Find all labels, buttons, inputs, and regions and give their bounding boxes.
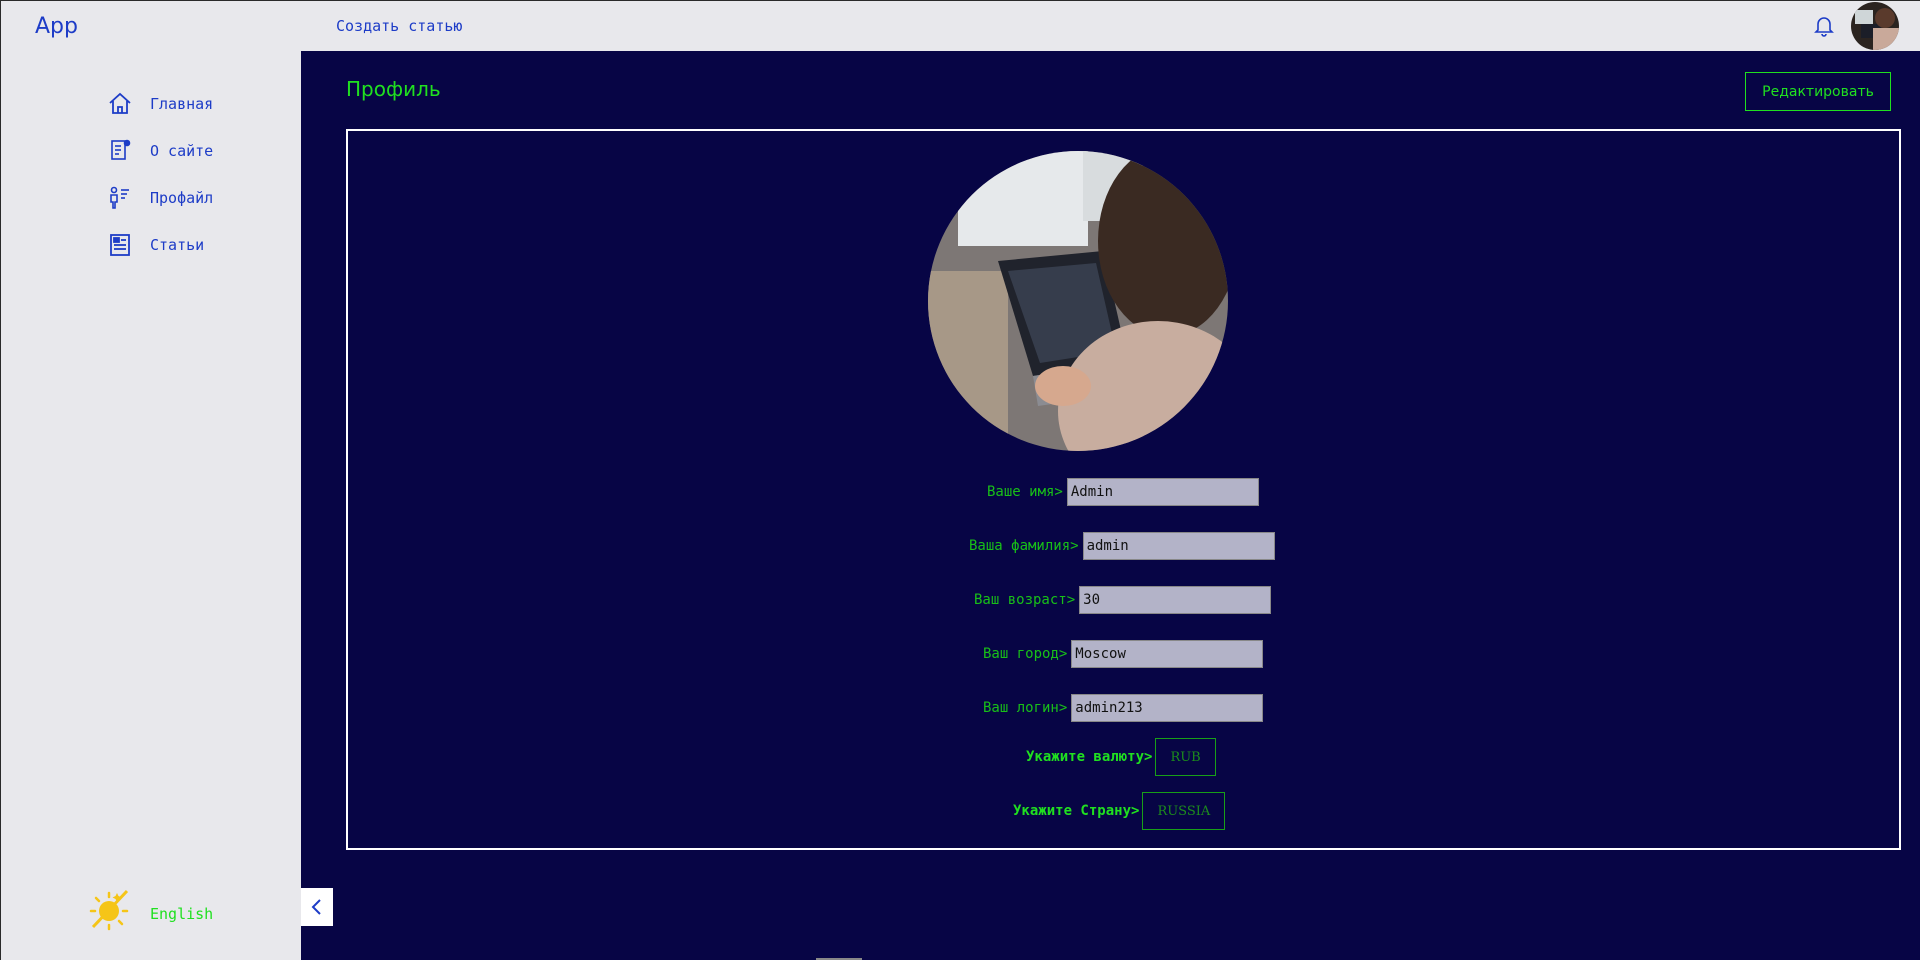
avatar[interactable] (1851, 2, 1899, 50)
age-label: Ваш возраст> (974, 592, 1076, 608)
country-label: Укажите Страну> (1013, 803, 1140, 819)
sidebar-item-profile[interactable]: Профайл (106, 183, 213, 213)
sidebar-item-label: О сайте (150, 142, 214, 160)
theme-switcher-icon[interactable] (87, 887, 131, 931)
articles-icon (106, 231, 134, 259)
surname-row: Ваша фамилия> (969, 532, 1275, 560)
name-label: Ваше имя> (987, 484, 1063, 500)
app-title[interactable]: App (35, 14, 78, 39)
sidebar: Главная О сайте Профайл Статьи (1, 51, 301, 960)
top-bar: App Создать статью (1, 1, 1920, 51)
city-input[interactable] (1071, 640, 1264, 668)
page-title: Профиль (346, 77, 441, 101)
bell-icon[interactable] (1812, 13, 1836, 37)
profile-photo (928, 151, 1228, 451)
name-input[interactable] (1066, 478, 1259, 506)
login-label: Ваш логин> (983, 700, 1068, 716)
age-row: Ваш возраст> (974, 586, 1272, 614)
country-row: Укажите Страну> RUSSIA (1013, 792, 1226, 830)
login-row: Ваш логин> (983, 694, 1264, 722)
sidebar-item-home[interactable]: Главная (106, 89, 213, 119)
sidebar-item-label: Статьи (150, 236, 205, 254)
language-switcher[interactable]: English (150, 905, 213, 923)
currency-row: Укажите валюту> RUB (1026, 738, 1216, 776)
name-row: Ваше имя> (987, 478, 1259, 506)
create-article-link[interactable]: Создать статью (336, 17, 462, 35)
currency-label: Укажите валюту> (1026, 749, 1153, 765)
sidebar-item-about[interactable]: О сайте (106, 136, 213, 166)
age-input[interactable] (1079, 586, 1272, 614)
sidebar-item-label: Главная (150, 95, 214, 113)
edit-button[interactable]: Редактировать (1745, 72, 1891, 111)
city-label: Ваш город> (983, 646, 1068, 662)
collapse-sidebar-button[interactable] (301, 888, 333, 926)
city-row: Ваш город> (983, 640, 1264, 668)
home-icon (106, 90, 134, 118)
sidebar-item-label: Профайл (150, 189, 214, 207)
chevron-left-icon (311, 899, 321, 915)
sidebar-item-articles[interactable]: Статьи (106, 230, 204, 260)
profile-icon (106, 184, 134, 212)
currency-select[interactable]: RUB (1155, 738, 1216, 776)
about-icon (106, 137, 134, 165)
surname-label: Ваша фамилия> (969, 538, 1079, 554)
country-select[interactable]: RUSSIA (1142, 792, 1226, 830)
login-input[interactable] (1071, 694, 1264, 722)
surname-input[interactable] (1082, 532, 1275, 560)
